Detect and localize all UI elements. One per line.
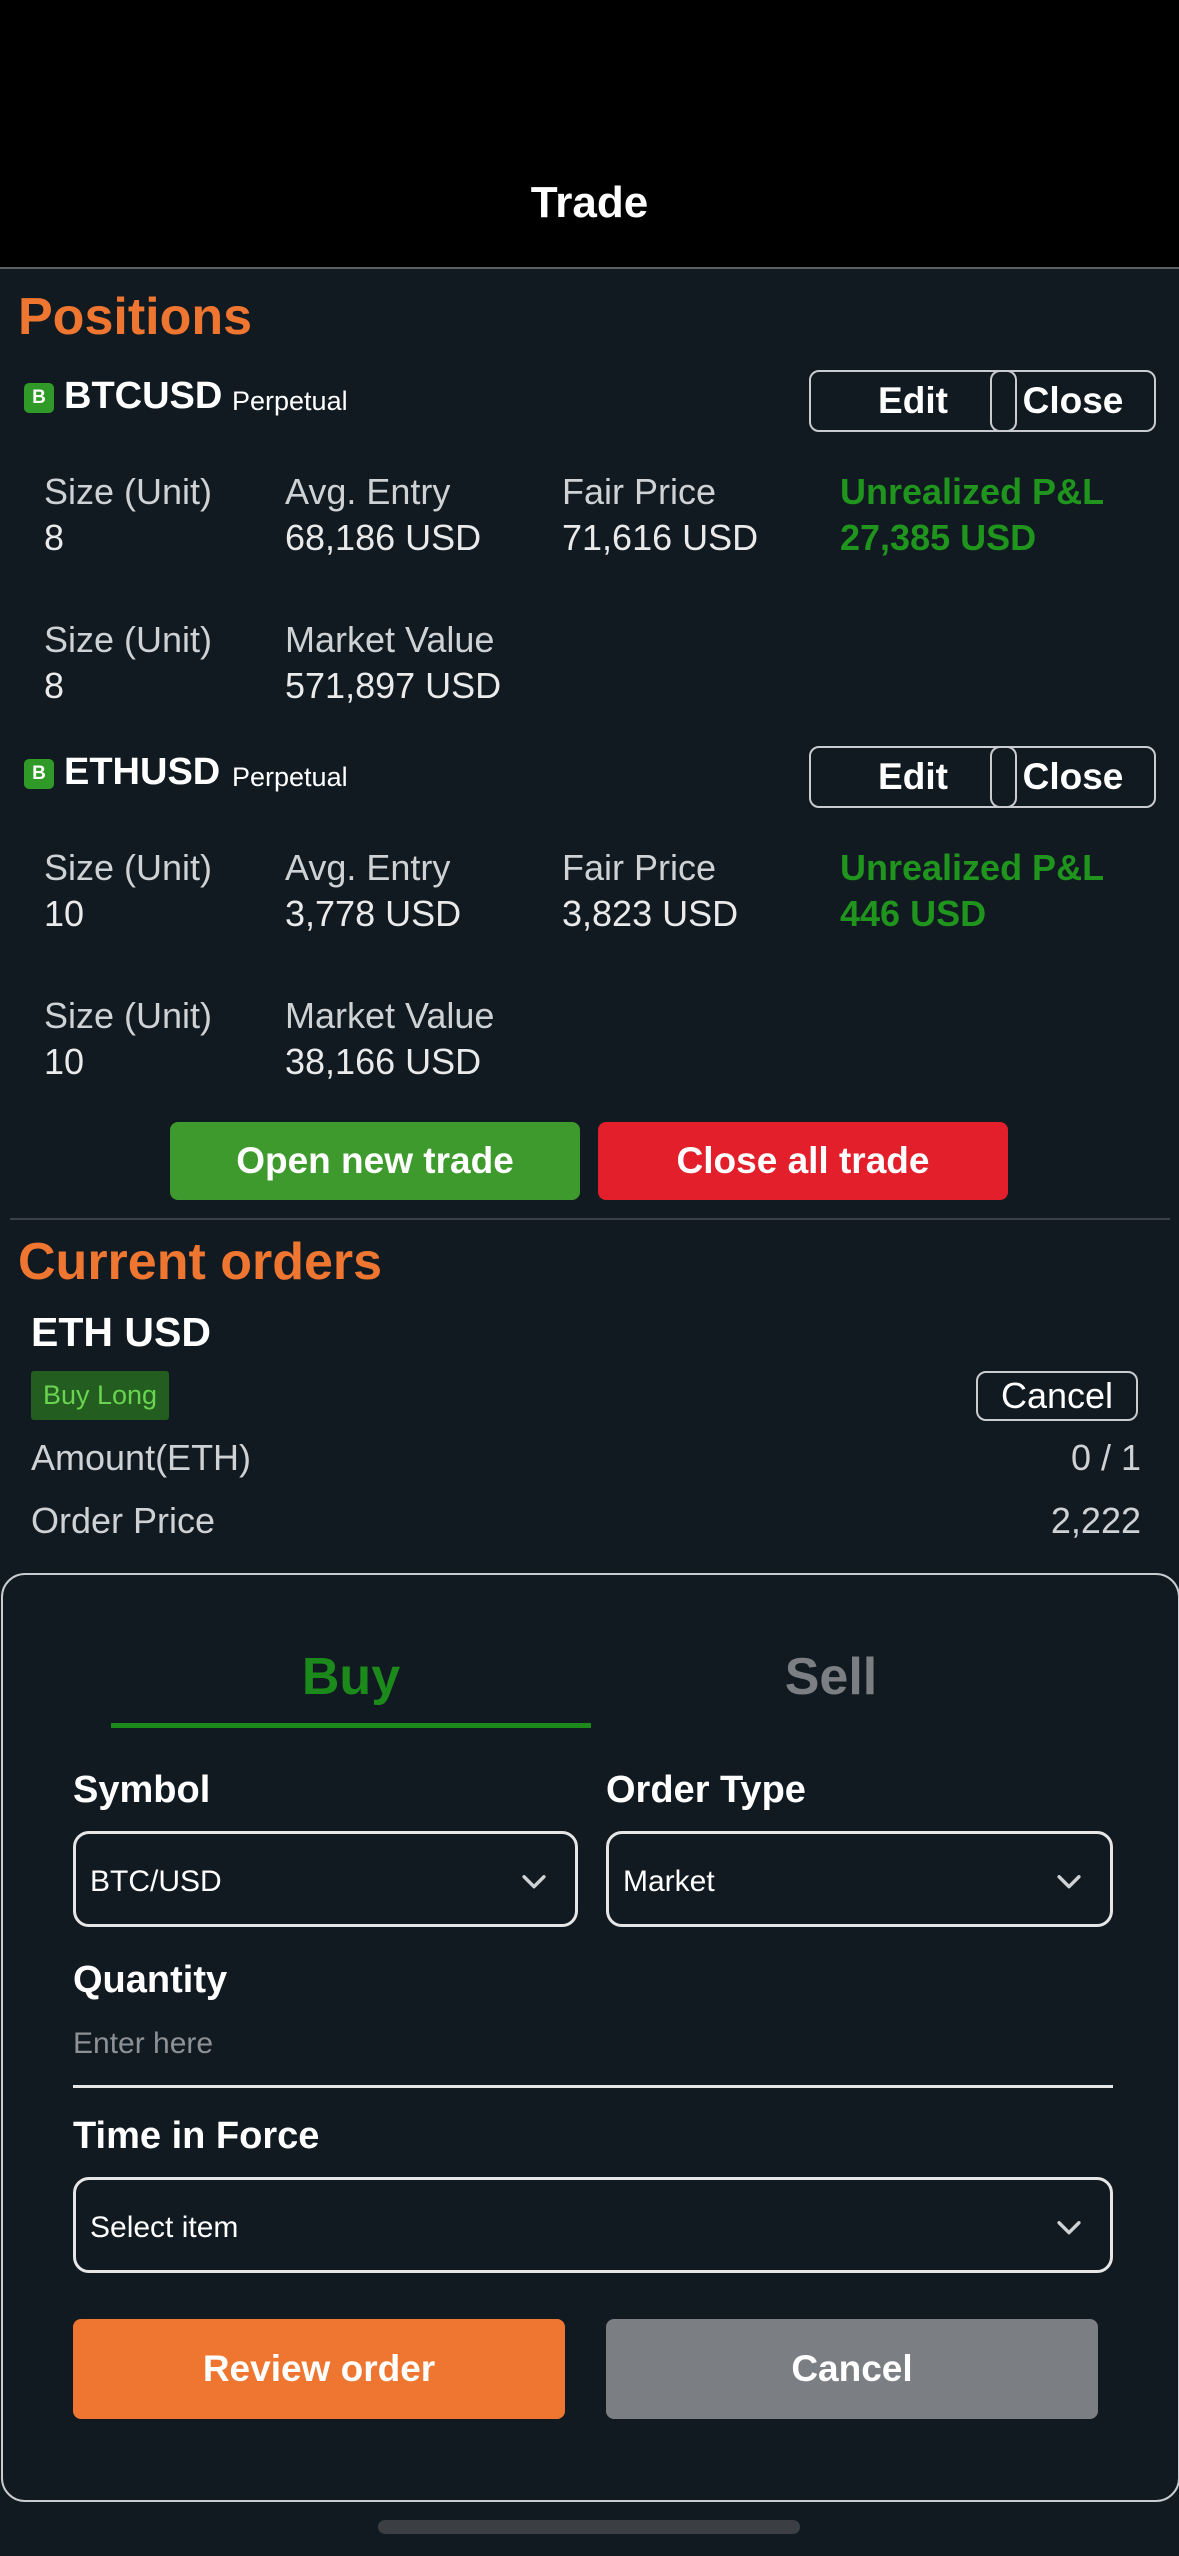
position-stat: Market Value 38,166 USD	[285, 995, 495, 1082]
section-divider	[10, 1218, 1170, 1220]
home-indicator[interactable]	[378, 2520, 800, 2534]
quantity-input[interactable]: Enter here	[73, 2027, 213, 2061]
position-type: Perpetual	[232, 762, 348, 792]
unrealized-pnl: Unrealized P&L 446 USD	[840, 847, 1105, 934]
position-stat: Size (Unit) 8	[44, 619, 213, 706]
time-in-force-select-value: Select item	[90, 2211, 239, 2244]
current-orders-title: Current orders	[18, 1233, 383, 1291]
close-position-button[interactable]: Close	[990, 746, 1156, 808]
order-row-value: 0 / 1	[1070, 1437, 1141, 1478]
chevron-down-icon	[1057, 1875, 1081, 1889]
order-type-label: Order Type	[606, 1769, 806, 1811]
time-in-force-select[interactable]: Select item	[73, 2177, 1113, 2273]
edit-position-button[interactable]: Edit	[809, 370, 1017, 432]
order-type-select-value: Market	[623, 1865, 715, 1898]
nav-bar: Trade	[0, 0, 1179, 269]
order-symbol: ETH USD	[31, 1309, 211, 1355]
unrealized-pnl: Unrealized P&L 27,385 USD	[840, 471, 1105, 558]
open-new-trade-button[interactable]: Open new trade	[170, 1122, 580, 1200]
symbol-select-value: BTC/USD	[90, 1865, 222, 1898]
chevron-down-icon	[1057, 2221, 1081, 2235]
chevron-down-icon	[522, 1875, 546, 1889]
close-position-button[interactable]: Close	[990, 370, 1156, 432]
broker-badge-icon: B	[24, 383, 54, 413]
cancel-order-button[interactable]: Cancel	[976, 1371, 1138, 1421]
order-row-label: Amount(ETH)	[31, 1437, 252, 1478]
position-stat: Avg. Entry 3,778 USD	[285, 847, 462, 934]
quantity-underline	[73, 2085, 1113, 2088]
position-type: Perpetual	[232, 386, 348, 416]
position-stat: Fair Price 71,616 USD	[562, 471, 759, 558]
order-type-select[interactable]: Market	[606, 1831, 1113, 1927]
positions-title: Positions	[18, 288, 253, 346]
cancel-order-form-button[interactable]: Cancel	[606, 2319, 1098, 2419]
time-in-force-label: Time in Force	[73, 2115, 320, 2157]
order-side-badge: Buy Long	[31, 1371, 169, 1420]
review-order-button[interactable]: Review order	[73, 2319, 565, 2419]
close-all-trade-button[interactable]: Close all trade	[598, 1122, 1008, 1200]
symbol-label: Symbol	[73, 1769, 211, 1811]
position-symbol: ETHUSD	[64, 751, 221, 793]
tab-sell[interactable]: Sell	[591, 1647, 1071, 1707]
position-stat: Size (Unit) 10	[44, 995, 213, 1082]
order-form-sheet: Buy Sell Symbol Order Type BTC/USD Marke…	[1, 1573, 1179, 2502]
quantity-label: Quantity	[73, 1959, 228, 2001]
edit-position-button[interactable]: Edit	[809, 746, 1017, 808]
active-tab-indicator	[111, 1723, 591, 1728]
tab-buy[interactable]: Buy	[111, 1647, 591, 1707]
order-row-value: 2,222	[1050, 1500, 1141, 1541]
position-symbol: BTCUSD	[64, 375, 223, 417]
position-stat: Size (Unit) 10	[44, 847, 213, 934]
broker-badge-icon: B	[24, 759, 54, 789]
position-stat: Size (Unit) 8	[44, 471, 213, 558]
order-row-label: Order Price	[31, 1500, 216, 1541]
position-stat: Market Value 571,897 USD	[285, 619, 502, 706]
position-stat: Avg. Entry 68,186 USD	[285, 471, 482, 558]
position-stat: Fair Price 3,823 USD	[562, 847, 739, 934]
symbol-select[interactable]: BTC/USD	[73, 1831, 578, 1927]
page-title: Trade	[530, 178, 649, 227]
